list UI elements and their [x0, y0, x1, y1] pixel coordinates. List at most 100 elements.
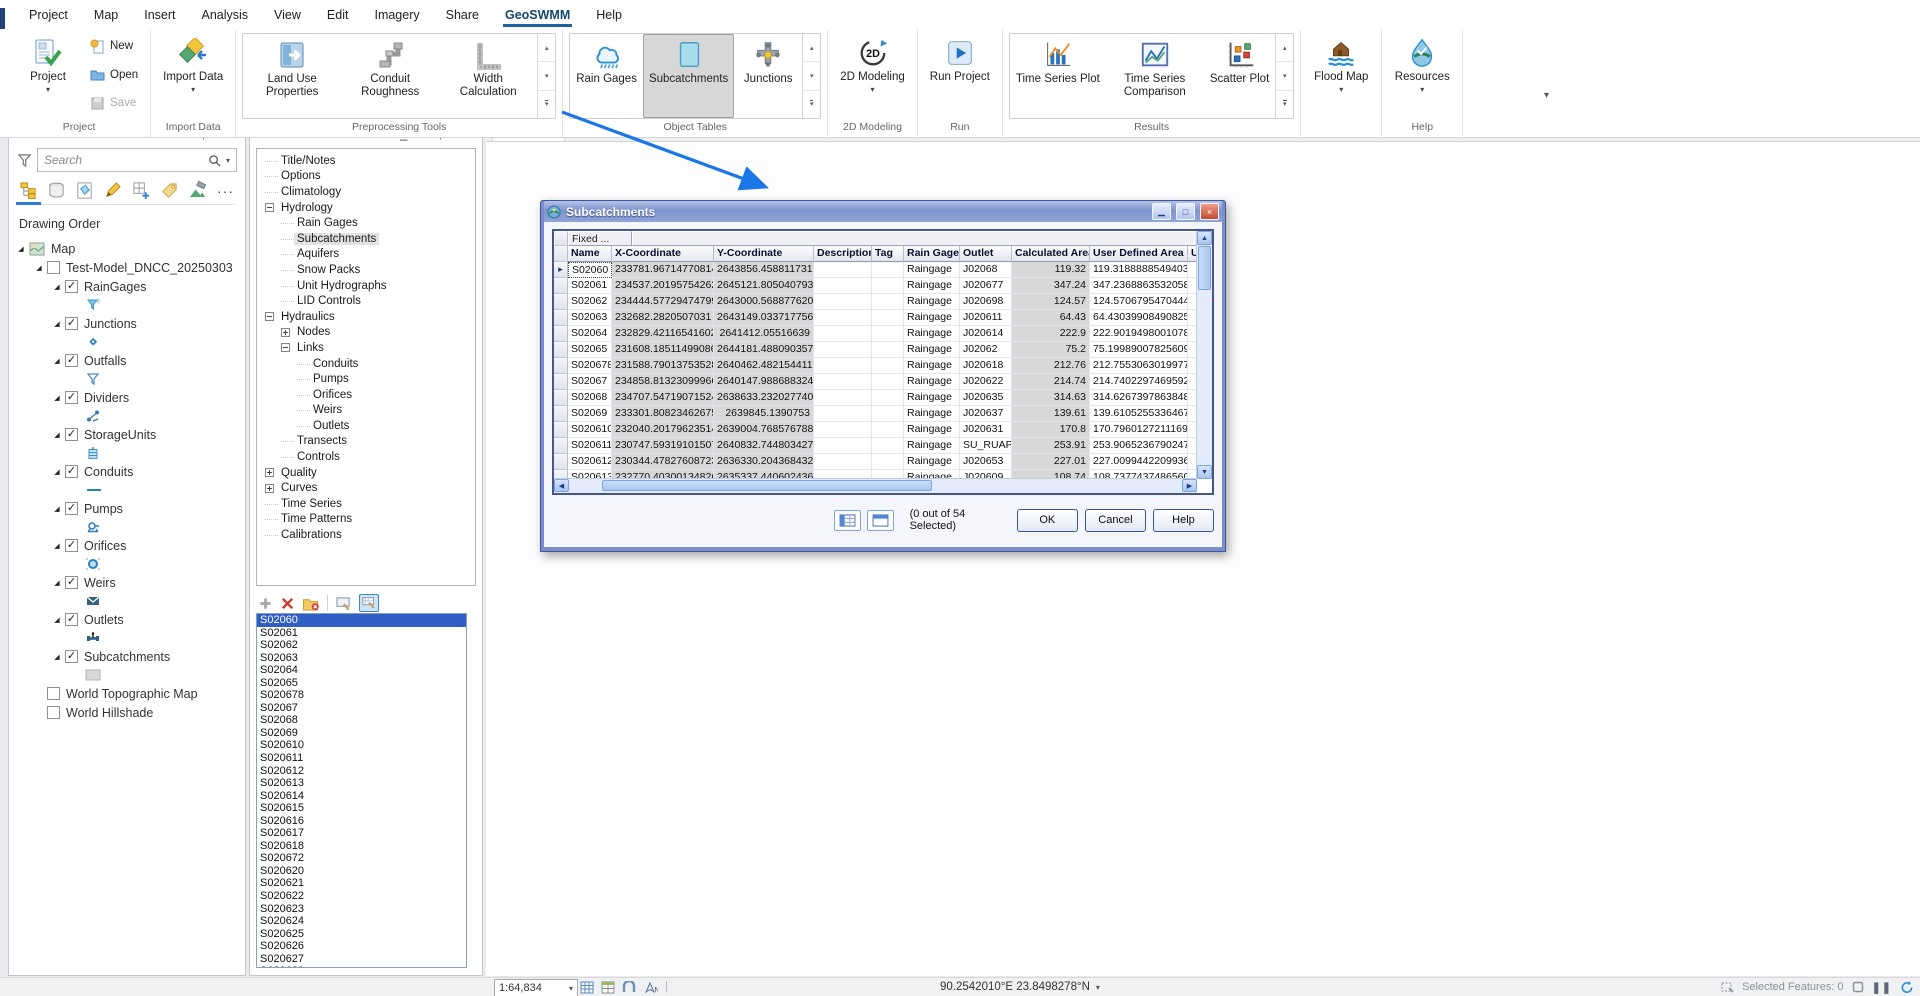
cell-outlet[interactable]: J020611	[960, 310, 1012, 326]
coordinates-readout[interactable]: 90.2542010°E 23.8498278°N ▾	[940, 979, 1100, 995]
cell-description[interactable]	[814, 406, 872, 422]
cell-calculated-area[interactable]: 75.2	[1012, 342, 1090, 358]
cell-outlet[interactable]: J020635	[960, 390, 1012, 406]
land-use-properties-button[interactable]: Land Use Properties	[243, 34, 341, 118]
cell-name[interactable]: S02061	[568, 278, 612, 294]
expander-icon[interactable]: ◢	[51, 431, 63, 439]
cell-outlet[interactable]: J020614	[960, 326, 1012, 342]
object-id-row[interactable]: S020614	[257, 790, 466, 803]
expander-icon[interactable]: ◢	[51, 653, 63, 661]
cell-calculated-area[interactable]: 119.32	[1012, 262, 1090, 278]
geoswmm-tree-item-quality[interactable]: Quality	[263, 465, 475, 481]
object-id-row[interactable]: S020626	[257, 940, 466, 953]
expand-icon[interactable]	[281, 328, 290, 337]
table-row[interactable]: S020678231588.790137535282640462.4821544…	[554, 358, 1197, 374]
object-id-row[interactable]: S020616	[257, 815, 466, 828]
cell-description[interactable]	[814, 390, 872, 406]
cell-y-coordinate[interactable]: 2636330.204368432	[714, 454, 814, 470]
fixed-columns-label[interactable]: Fixed ...	[568, 231, 632, 246]
layer-item-outfalls[interactable]: ◢✓Outfalls	[9, 351, 245, 370]
object-id-row[interactable]: S020621	[257, 877, 466, 890]
list-by-drawing-order-button[interactable]	[19, 180, 38, 201]
column-header-tag[interactable]: Tag	[872, 246, 904, 262]
object-id-row[interactable]: S020615	[257, 802, 466, 815]
layer-item-subcatchments[interactable]: ◢✓Subcatchments	[9, 647, 245, 666]
expander-icon[interactable]: ◢	[51, 468, 63, 476]
junctions-button[interactable]: Junctions	[734, 34, 802, 118]
cell-tag[interactable]	[872, 310, 904, 326]
object-id-row[interactable]: S02064	[257, 664, 466, 677]
pump-symbol-icon[interactable]	[85, 520, 101, 534]
row-selector[interactable]	[554, 406, 568, 422]
cell-name[interactable]: S02063	[568, 310, 612, 326]
cell-rain-gage[interactable]: Raingage	[904, 406, 960, 422]
geoswmm-tree-item-lid-controls[interactable]: LID Controls	[263, 293, 475, 309]
cell-rain-gage[interactable]: Raingage	[904, 294, 960, 310]
cell-outlet[interactable]: J020631	[960, 422, 1012, 438]
weir-symbol-icon[interactable]	[85, 594, 101, 608]
layer-item-pumps[interactable]: ◢✓Pumps	[9, 499, 245, 518]
menu-item-project[interactable]: Project	[16, 0, 81, 30]
junction-symbol-icon[interactable]	[85, 335, 101, 349]
layer-item-test-model-dncc-20250303[interactable]: ◢Test-Model_DNCC_20250303	[9, 258, 245, 277]
delete-all-objects-button[interactable]	[302, 596, 320, 611]
scroll-right-arrow[interactable]: ▶	[1182, 479, 1197, 492]
cancel-button[interactable]: Cancel	[1085, 509, 1146, 532]
more-options-icon[interactable]: ···	[216, 180, 235, 201]
subcatchment-symbol-icon[interactable]	[85, 668, 101, 682]
layer-visibility-checkbox[interactable]: ✓	[65, 391, 78, 404]
object-id-row[interactable]: S020613	[257, 777, 466, 790]
cell-name[interactable]: S02060	[568, 262, 612, 278]
menu-item-geoswmm[interactable]: GeoSWMM	[492, 0, 583, 30]
table-row[interactable]: S02069233301.808234626752639845.1390753R…	[554, 406, 1197, 422]
menu-item-map[interactable]: Map	[81, 0, 131, 30]
menu-item-help[interactable]: Help	[583, 0, 635, 30]
rain-gages-button[interactable]: Rain Gages	[570, 34, 643, 118]
vertical-scrollbar[interactable]: ▲ ▼	[1196, 231, 1212, 479]
collapse-ribbon-chevron[interactable]: ▾	[1544, 90, 1549, 101]
cell-description[interactable]	[814, 358, 872, 374]
geoswmm-tree-item-unit-hydrographs[interactable]: Unit Hydrographs	[263, 278, 475, 294]
open-button[interactable]: Open	[84, 64, 144, 86]
cell-calculated-area[interactable]: 124.57	[1012, 294, 1090, 310]
object-id-row[interactable]: S02060	[257, 614, 466, 627]
table-row[interactable]: S02064232829.421165416022641412.05516639…	[554, 326, 1197, 342]
column-header-user-defined-area[interactable]: User Defined Area	[1090, 246, 1188, 262]
maximize-button[interactable]: □	[1176, 203, 1195, 220]
cell-x-coordinate[interactable]: 234858.81323099966	[612, 374, 714, 390]
cell-description[interactable]	[814, 438, 872, 454]
cell-rain-gage[interactable]: Raingage	[904, 310, 960, 326]
new-button[interactable]: New	[84, 35, 144, 57]
cell-name[interactable]: S02062	[568, 294, 612, 310]
cell-tag[interactable]	[872, 262, 904, 278]
cell-calculated-area[interactable]: 314.63	[1012, 390, 1090, 406]
layer-item-dividers[interactable]: ◢✓Dividers	[9, 388, 245, 407]
search-input[interactable]: Search ▾	[37, 148, 237, 172]
cell-tag[interactable]	[872, 422, 904, 438]
expander-icon[interactable]: ◢	[15, 245, 27, 253]
layer-visibility-checkbox[interactable]: ✓	[65, 354, 78, 367]
layer-visibility-checkbox[interactable]	[47, 261, 60, 274]
expander-icon[interactable]: ◢	[51, 542, 63, 550]
expander-icon[interactable]: ◢	[51, 579, 63, 587]
object-id-row[interactable]: S02067	[257, 702, 466, 715]
geoswmm-tree-item-weirs[interactable]: Weirs	[263, 403, 475, 419]
cell-tag[interactable]	[872, 342, 904, 358]
scroll-up-arrow[interactable]: ▲	[1197, 231, 1212, 245]
geoswmm-tree-item-orifices[interactable]: Orifices	[263, 387, 475, 403]
column-header-calculated-area[interactable]: Calculated Area	[1012, 246, 1090, 262]
scatter-plot-button[interactable]: Scatter Plot	[1204, 34, 1275, 118]
layer-item-map[interactable]: ◢Map	[9, 239, 245, 258]
cell-rain-gage[interactable]: Raingage	[904, 422, 960, 438]
horizontal-scrollbar[interactable]: ◀ ▶	[554, 478, 1197, 493]
layer-item-orifices[interactable]: ◢✓Orifices	[9, 536, 245, 555]
layer-item-weirs[interactable]: ◢✓Weirs	[9, 573, 245, 592]
object-id-row[interactable]: S020618	[257, 840, 466, 853]
menu-item-edit[interactable]: Edit	[314, 0, 362, 30]
expander-icon[interactable]: ◢	[51, 357, 63, 365]
column-header-description[interactable]: Description	[814, 246, 872, 262]
cell-calculated-area[interactable]: 139.61	[1012, 406, 1090, 422]
cell-rain-gage[interactable]: Raingage	[904, 262, 960, 278]
object-id-row[interactable]: S02062	[257, 639, 466, 652]
minimize-button[interactable]: ▁	[1152, 203, 1171, 220]
